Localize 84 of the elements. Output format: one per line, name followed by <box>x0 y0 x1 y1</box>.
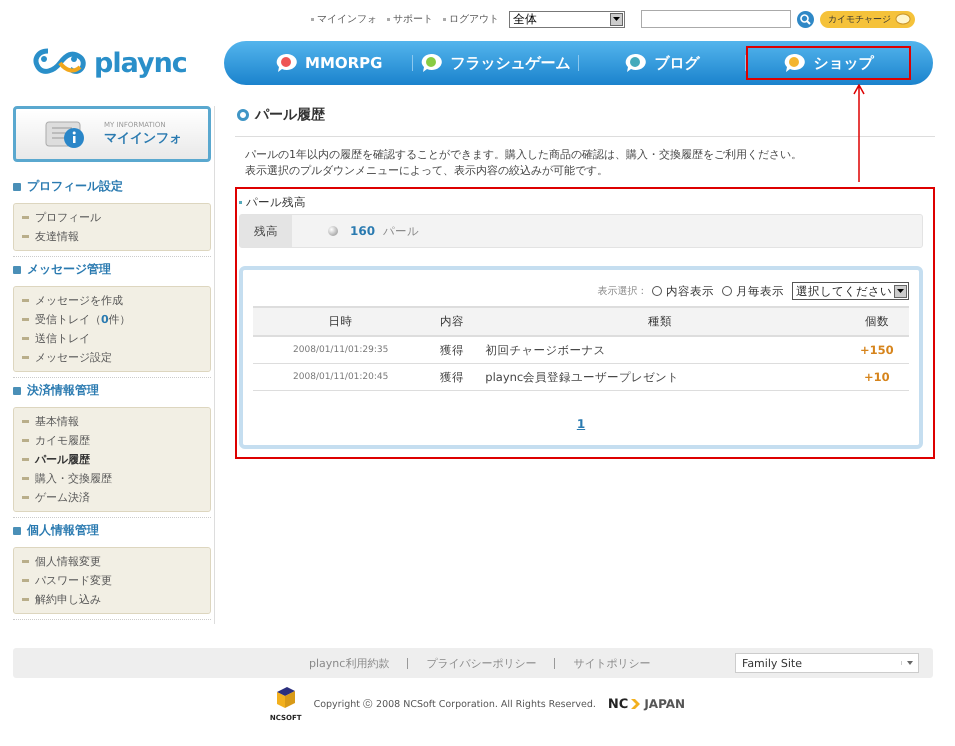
dropdown-arrow-icon <box>897 289 904 293</box>
copyright-text: Copyright ⓒ 2008 NCSoft Corporation. All Rights Reserved. <box>314 698 596 710</box>
column-header: 個数 <box>844 307 909 336</box>
sidebar-section-title: メッセージ管理 <box>27 261 111 278</box>
search-scope-select[interactable]: 全体 <box>509 10 625 28</box>
square-bullet-icon <box>13 266 21 274</box>
speech-bubble-icon <box>420 53 442 73</box>
dash-bullet-icon <box>22 598 29 601</box>
dash-bullet-icon <box>22 356 29 359</box>
sidebar-section-title: 決済情報管理 <box>27 382 99 399</box>
top-link[interactable]: マイインフォ <box>317 12 377 26</box>
sidebar-item[interactable]: カイモ履歴 <box>35 433 90 448</box>
top-link[interactable]: サポート <box>393 12 433 26</box>
banner-title: マイインフォ <box>104 131 182 146</box>
dash-bullet-icon <box>22 299 29 302</box>
page-title: パール履歴 <box>255 106 325 124</box>
speech-bubble-icon <box>624 53 646 73</box>
filter-select[interactable]: 選択してください <box>792 282 909 300</box>
sidebar-item[interactable]: 送信トレイ <box>35 331 90 346</box>
sidebar-section-title: 個人情報管理 <box>27 522 99 539</box>
dash-bullet-icon <box>22 216 29 219</box>
sidebar-item[interactable]: 購入・交換履歴 <box>35 471 112 486</box>
top-link[interactable]: ログアウト <box>449 12 499 26</box>
japan-logo-text: JAPAN <box>644 697 686 711</box>
balance-amount: 160 <box>350 224 376 238</box>
nc-logo-text: NC <box>608 696 628 712</box>
sidebar-item[interactable]: 基本情報 <box>35 414 79 429</box>
dash-bullet-icon <box>22 496 29 499</box>
description-text: パールの1年以内の履歴を確認することができます。購入した商品の確認は、購入・交換履歴をご利用ください。 <box>245 147 803 163</box>
balance-unit: パール <box>383 224 420 238</box>
square-bullet-icon <box>13 386 21 394</box>
pearl-icon <box>328 226 338 236</box>
sidebar-item[interactable]: パスワード変更 <box>35 573 112 588</box>
sidebar-item[interactable]: 個人情報変更 <box>35 554 101 569</box>
dash-bullet-icon <box>22 560 29 563</box>
sidebar-item[interactable]: メッセージを作成 <box>35 293 123 308</box>
filter-label: 表示選択 : <box>597 284 644 298</box>
family-site-select[interactable]: Family Site <box>735 653 919 673</box>
ring-bullet-icon <box>237 109 249 121</box>
speech-bubble-icon <box>275 53 298 73</box>
radio-option[interactable]: 内容表示 <box>652 284 714 298</box>
search-icon[interactable] <box>797 10 814 28</box>
column-header: 種類 <box>475 307 845 336</box>
table-cell: plaync会員登録ユーザープレゼント <box>475 364 845 390</box>
table-cell: +150 <box>844 336 909 364</box>
sidebar-item[interactable]: 受信トレイ（0件） <box>35 312 131 327</box>
logo-text: plaync <box>94 48 187 78</box>
dash-bullet-icon <box>22 458 29 461</box>
dash-bullet-icon <box>22 235 29 238</box>
charge-button[interactable]: カイモチャージ <box>820 10 915 28</box>
square-bullet-icon <box>13 526 21 534</box>
dash-bullet-icon <box>22 337 29 340</box>
dash-bullet-icon <box>22 579 29 582</box>
column-header: 日時 <box>253 307 428 336</box>
column-header: 内容 <box>428 307 476 336</box>
sidebar-section-title: プロフィール設定 <box>27 178 123 195</box>
dash-bullet-icon <box>22 477 29 480</box>
table-cell: 2008/01/11/01:29:35 <box>253 336 428 364</box>
sidebar-item[interactable]: 友達情報 <box>35 229 79 244</box>
sidebar-item[interactable]: プロフィール <box>35 210 101 225</box>
table-cell: +10 <box>844 364 909 390</box>
chevron-logo-icon <box>630 698 642 710</box>
page-link[interactable]: 1 <box>576 417 586 431</box>
dash-bullet-icon <box>22 439 29 442</box>
section-title: パール残高 <box>246 195 306 210</box>
sidebar-item[interactable]: 解約申し込み <box>35 592 101 607</box>
search-field[interactable] <box>641 10 791 28</box>
description-text: 表示選択のプルダウンメニューによって、表示内容の絞込みが可能です。 <box>245 163 609 179</box>
radio-option[interactable]: 月毎表示 <box>722 284 784 298</box>
dash-bullet-icon <box>22 420 29 423</box>
table-cell: 初回チャージボーナス <box>475 336 845 364</box>
square-bullet-icon <box>13 182 21 190</box>
shell-icon <box>895 13 911 25</box>
table-cell: 2008/01/11/01:20:45 <box>253 364 428 390</box>
sidebar-item[interactable]: ゲーム決済 <box>35 490 90 505</box>
table-cell: 獲得 <box>428 336 476 364</box>
sidebar-item[interactable]: メッセージ設定 <box>35 350 112 365</box>
dash-bullet-icon <box>22 318 29 321</box>
dropdown-arrow-icon <box>613 17 620 21</box>
sidebar-item[interactable]: パール履歴 <box>35 452 90 467</box>
speech-bubble-icon <box>783 53 806 73</box>
dropdown-arrow-icon <box>907 661 913 665</box>
balance-label: 残高 <box>240 215 292 247</box>
table-cell: 獲得 <box>428 364 476 390</box>
